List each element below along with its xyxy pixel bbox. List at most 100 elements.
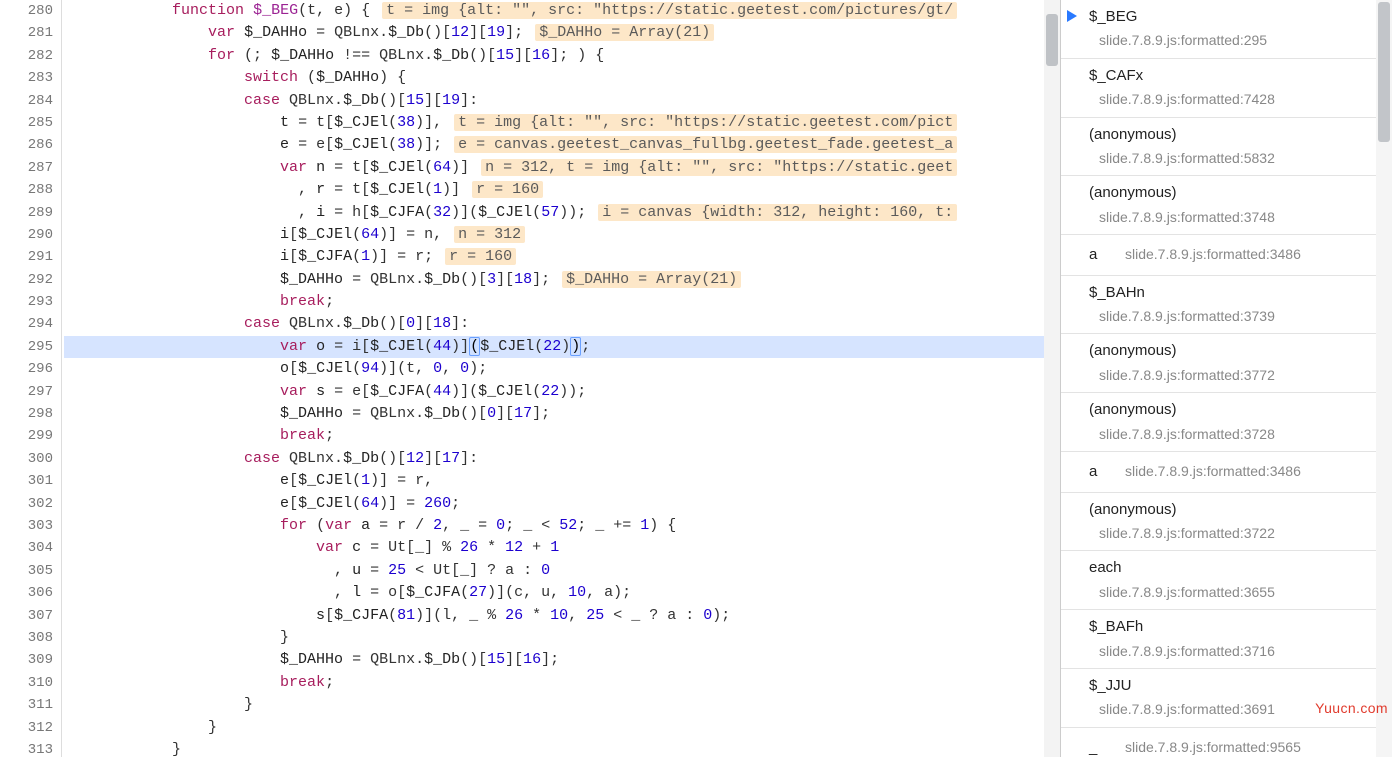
call-stack-frame[interactable]: aslide.7.8.9.js:formatted:3486 <box>1061 235 1392 275</box>
call-stack-frame[interactable]: eachslide.7.8.9.js:formatted:3655 <box>1061 551 1392 610</box>
code-line[interactable]: break; <box>64 672 1060 694</box>
code-line[interactable]: case QBLnx.$_Db()[15][19]: <box>64 90 1060 112</box>
code-line[interactable]: case QBLnx.$_Db()[12][17]: <box>64 448 1060 470</box>
line-number: 306 <box>0 582 61 604</box>
panel-vertical-scrollbar[interactable] <box>1376 0 1392 757</box>
scrollbar-thumb[interactable] <box>1046 14 1058 66</box>
call-stack-frame[interactable]: (anonymous)slide.7.8.9.js:formatted:3722 <box>1061 493 1392 552</box>
code-line[interactable]: } <box>64 694 1060 716</box>
frame-function-name: a <box>1089 244 1117 266</box>
line-number: 285 <box>0 112 61 134</box>
call-stack-frame[interactable]: (anonymous)slide.7.8.9.js:formatted:5832 <box>1061 118 1392 177</box>
line-number: 313 <box>0 739 61 757</box>
line-number: 305 <box>0 560 61 582</box>
frame-source-location: slide.7.8.9.js:formatted:3748 <box>1089 206 1382 228</box>
code-line[interactable]: e = e[$_CJEl(38)];e = canvas.geetest_can… <box>64 134 1060 156</box>
call-stack-frame[interactable]: _slide.7.8.9.js:formatted:9565 <box>1061 728 1392 757</box>
frame-function-name: (anonymous) <box>1089 501 1177 518</box>
bracket-match: ( <box>469 337 480 356</box>
code-line[interactable]: e[$_CJEl(64)] = 260; <box>64 493 1060 515</box>
inline-value-hint: i = canvas {width: 312, height: 160, t: <box>598 204 957 221</box>
code-line[interactable]: for (var a = r / 2, _ = 0; _ < 52; _ += … <box>64 515 1060 537</box>
code-line[interactable]: t = t[$_CJEl(38)],t = img {alt: "", src:… <box>64 112 1060 134</box>
code-line[interactable]: , r = t[$_CJEl(1)]r = 160 <box>64 179 1060 201</box>
code-line[interactable]: } <box>64 717 1060 739</box>
bracket-match: ) <box>570 337 581 356</box>
frame-source-location: slide.7.8.9.js:formatted:9565 <box>1117 739 1301 755</box>
call-stack-frame[interactable]: $_CAFxslide.7.8.9.js:formatted:7428 <box>1061 59 1392 118</box>
code-line[interactable]: switch ($_DAHHo) { <box>64 67 1060 89</box>
code-line[interactable]: s[$_CJFA(81)](l, _ % 26 * 10, 25 < _ ? a… <box>64 605 1060 627</box>
line-number: 300 <box>0 448 61 470</box>
frame-source-location: slide.7.8.9.js:formatted:3486 <box>1117 246 1301 262</box>
code-line[interactable]: var $_DAHHo = QBLnx.$_Db()[12][19];$_DAH… <box>64 22 1060 44</box>
frame-source-location: slide.7.8.9.js:formatted:3655 <box>1089 581 1382 603</box>
code-line[interactable]: break; <box>64 291 1060 313</box>
editor-vertical-scrollbar[interactable] <box>1044 0 1060 757</box>
call-stack-frame[interactable]: $_BEGslide.7.8.9.js:formatted:295 <box>1061 0 1392 59</box>
code-line[interactable]: break; <box>64 425 1060 447</box>
code-area[interactable]: function $_BEG(t, e) {t = img {alt: "", … <box>62 0 1060 757</box>
code-line[interactable]: var c = Ut[_] % 26 * 12 + 1 <box>64 537 1060 559</box>
call-stack-frame[interactable]: (anonymous)slide.7.8.9.js:formatted:3728 <box>1061 393 1392 452</box>
code-line[interactable]: } <box>64 739 1060 757</box>
line-number: 303 <box>0 515 61 537</box>
line-number: 290 <box>0 224 61 246</box>
code-line[interactable]: var n = t[$_CJEl(64)]n = 312, t = img {a… <box>64 157 1060 179</box>
call-stack-frame[interactable]: (anonymous)slide.7.8.9.js:formatted:3772 <box>1061 334 1392 393</box>
call-stack-frame[interactable]: (anonymous) slide.7.8.9.js:formatted:3748 <box>1061 176 1392 235</box>
code-editor[interactable]: 2802812822832842852862872882892902912922… <box>0 0 1060 757</box>
frame-source-location: slide.7.8.9.js:formatted:3772 <box>1089 364 1382 386</box>
line-number: 312 <box>0 717 61 739</box>
line-number: 283 <box>0 67 61 89</box>
inline-value-hint: n = 312, t = img {alt: "", src: "https:/… <box>481 159 957 176</box>
inline-value-hint: t = img {alt: "", src: "https://static.g… <box>382 2 957 19</box>
line-number: 299 <box>0 425 61 447</box>
line-number: 291 <box>0 246 61 268</box>
code-line[interactable]: var s = e[$_CJFA(44)]($_CJEl(22)); <box>64 381 1060 403</box>
call-stack-frame[interactable]: $_BAHnslide.7.8.9.js:formatted:3739 <box>1061 276 1392 335</box>
code-line[interactable]: i[$_CJFA(1)] = r;r = 160 <box>64 246 1060 268</box>
call-stack-panel[interactable]: $_BEGslide.7.8.9.js:formatted:295$_CAFxs… <box>1060 0 1392 757</box>
frame-source-location: slide.7.8.9.js:formatted:3691 <box>1089 698 1382 720</box>
code-line[interactable]: o[$_CJEl(94)](t, 0, 0); <box>64 358 1060 380</box>
code-line[interactable]: $_DAHHo = QBLnx.$_Db()[0][17]; <box>64 403 1060 425</box>
code-line[interactable]: function $_BEG(t, e) {t = img {alt: "", … <box>64 0 1060 22</box>
frame-function-name: a <box>1089 461 1117 483</box>
code-line[interactable]: , l = o[$_CJFA(27)](c, u, 10, a); <box>64 582 1060 604</box>
code-line[interactable]: , i = h[$_CJFA(32)]($_CJEl(57));i = canv… <box>64 202 1060 224</box>
inline-value-hint: t = img {alt: "", src: "https://static.g… <box>454 114 957 131</box>
frame-function-name: _ <box>1089 737 1117 757</box>
line-number: 297 <box>0 381 61 403</box>
line-number: 286 <box>0 134 61 156</box>
call-stack-frame[interactable]: $_JJU slide.7.8.9.js:formatted:3691 <box>1061 669 1392 728</box>
code-line[interactable]: , u = 25 < Ut[_] ? a : 0 <box>64 560 1060 582</box>
line-number: 293 <box>0 291 61 313</box>
line-number: 296 <box>0 358 61 380</box>
frame-function-name: $_BAHn <box>1089 284 1145 301</box>
frame-function-name: (anonymous) <box>1089 184 1177 201</box>
frame-source-location: slide.7.8.9.js:formatted:5832 <box>1089 147 1382 169</box>
code-line[interactable]: $_DAHHo = QBLnx.$_Db()[15][16]; <box>64 649 1060 671</box>
code-line[interactable]: i[$_CJEl(64)] = n,n = 312 <box>64 224 1060 246</box>
code-line[interactable]: e[$_CJEl(1)] = r, <box>64 470 1060 492</box>
code-line[interactable]: case QBLnx.$_Db()[0][18]: <box>64 313 1060 335</box>
line-number: 288 <box>0 179 61 201</box>
line-number: 298 <box>0 403 61 425</box>
frame-function-name: $_JJU <box>1089 677 1132 694</box>
code-line[interactable]: for (; $_DAHHo !== QBLnx.$_Db()[15][16];… <box>64 45 1060 67</box>
line-number: 289 <box>0 202 61 224</box>
code-line[interactable]: } <box>64 627 1060 649</box>
code-line[interactable]: $_DAHHo = QBLnx.$_Db()[3][18];$_DAHHo = … <box>64 269 1060 291</box>
frame-function-name: $_CAFx <box>1089 67 1143 84</box>
frame-source-location: slide.7.8.9.js:formatted:295 <box>1089 29 1382 51</box>
code-line[interactable]: var o = i[$_CJEl(44)]($_CJEl(22)); <box>64 336 1060 358</box>
line-number: 301 <box>0 470 61 492</box>
line-number-gutter: 2802812822832842852862872882892902912922… <box>0 0 62 757</box>
inline-value-hint: $_DAHHo = Array(21) <box>535 24 714 41</box>
scrollbar-thumb[interactable] <box>1378 2 1390 142</box>
call-stack-frame[interactable]: aslide.7.8.9.js:formatted:3486 <box>1061 452 1392 492</box>
call-stack-frame[interactable]: $_BAFhslide.7.8.9.js:formatted:3716 <box>1061 610 1392 669</box>
inline-value-hint: n = 312 <box>454 226 525 243</box>
line-number: 292 <box>0 269 61 291</box>
